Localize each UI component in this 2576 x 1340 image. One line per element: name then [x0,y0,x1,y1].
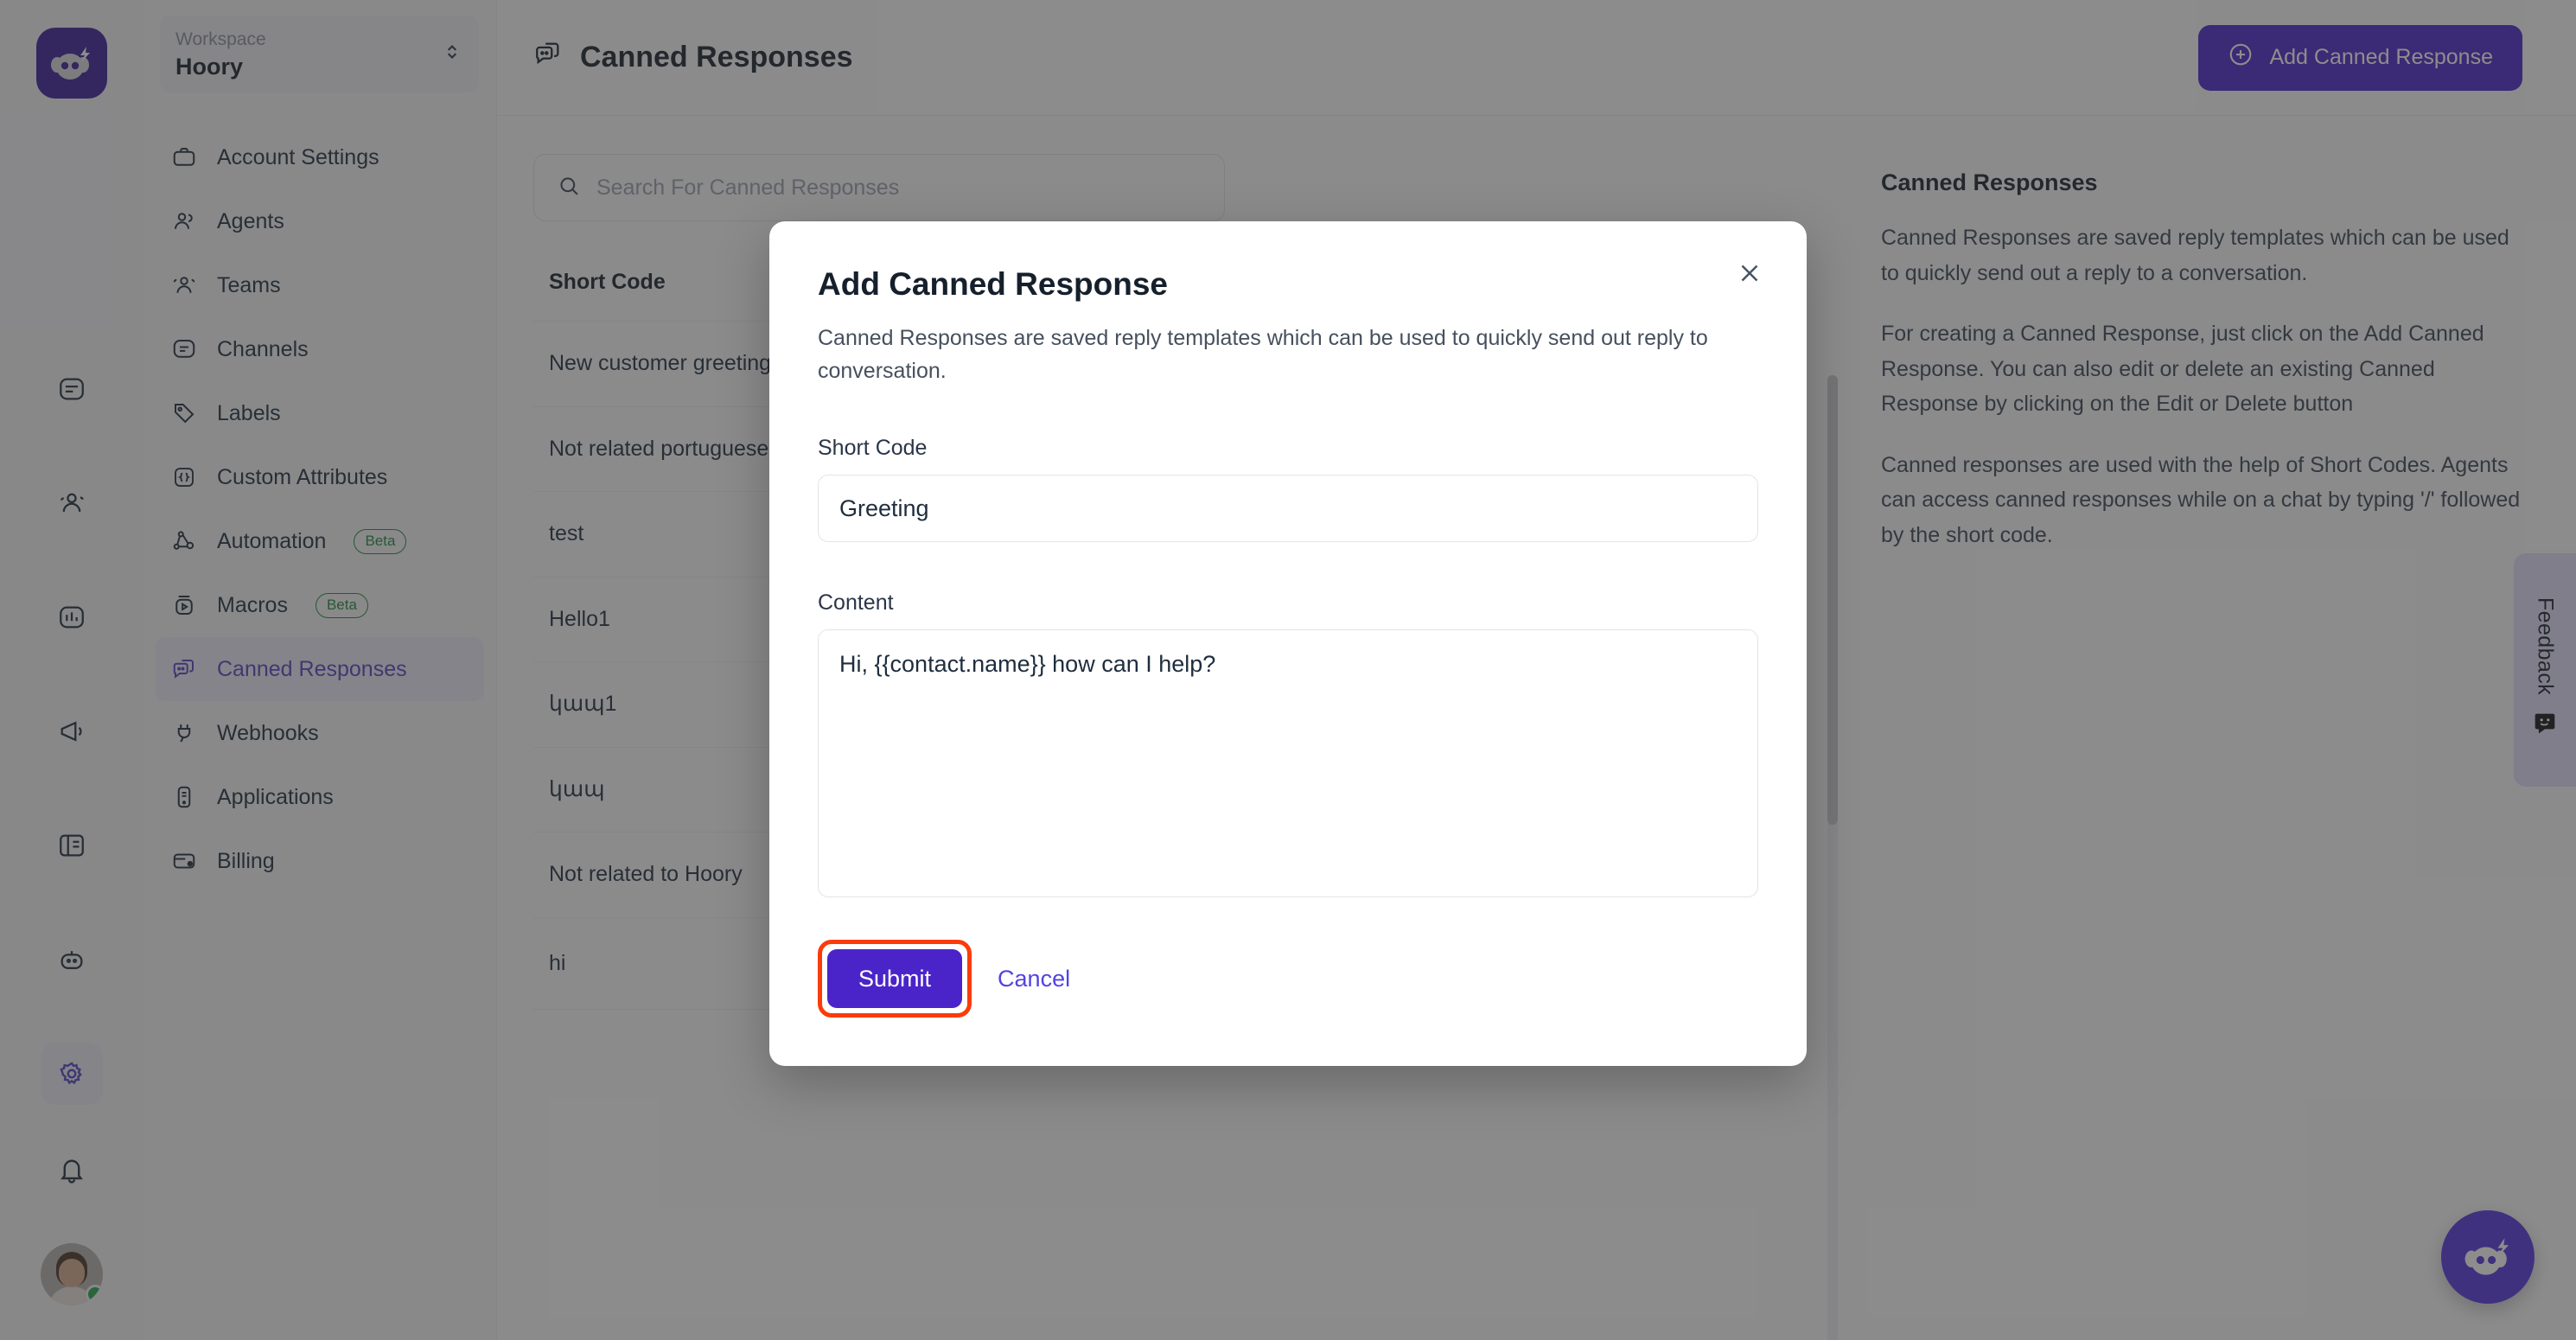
submit-button[interactable]: Submit [827,949,963,1008]
modal-description: Canned Responses are saved reply templat… [818,326,1708,383]
content-label: Content [818,590,894,615]
cancel-button[interactable]: Cancel [998,966,1070,992]
content-textarea[interactable] [818,629,1758,897]
modal-title: Add Canned Response [818,266,1168,302]
short-code-input[interactable] [818,475,1758,542]
submit-highlight: Submit [818,940,972,1018]
modal-actions: Submit Cancel [818,940,1758,1018]
close-icon[interactable] [1729,252,1770,294]
short-code-label: Short Code [818,436,928,460]
app-root: Workspace Hoory Account Settings Ag [0,0,2576,1340]
add-canned-response-modal: Add Canned Response Canned Responses are… [769,221,1807,1066]
